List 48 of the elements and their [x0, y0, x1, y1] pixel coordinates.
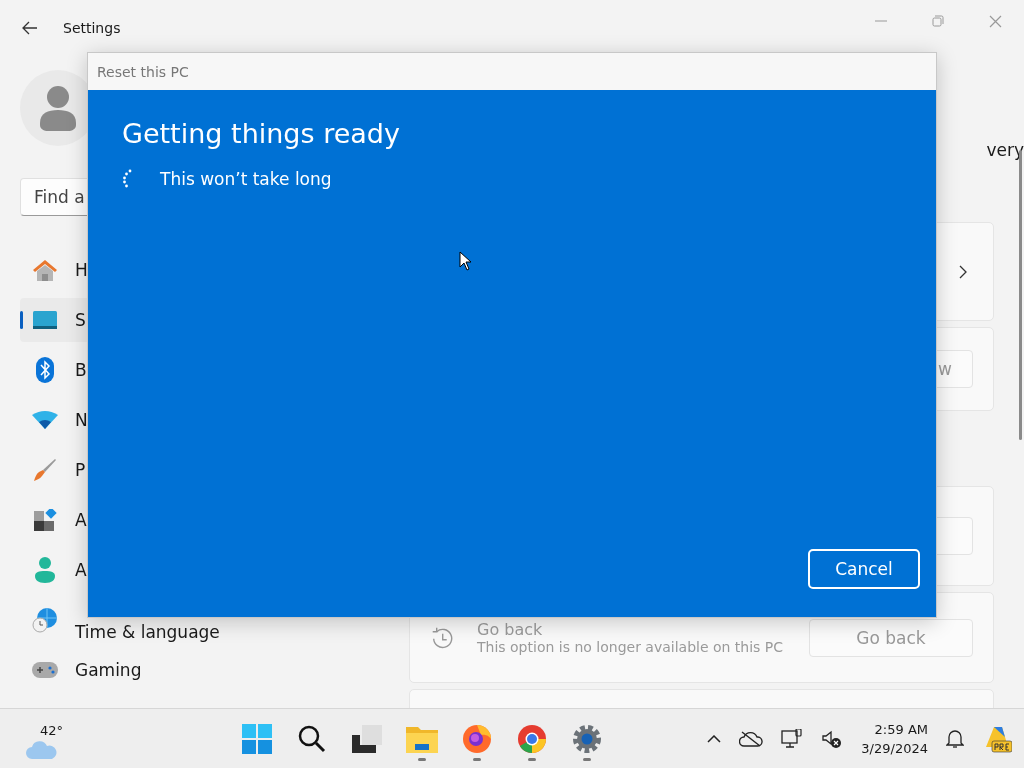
sidebar-item[interactable]: B — [20, 348, 232, 392]
close-icon[interactable] — [989, 14, 1002, 28]
sidebar-item[interactable]: H — [20, 248, 232, 292]
cloud-icon — [26, 738, 58, 759]
cloud-off-icon[interactable] — [739, 730, 764, 747]
history-icon — [432, 626, 453, 649]
windows-logo-icon[interactable] — [242, 723, 272, 754]
status-text: This won’t take long — [160, 169, 332, 189]
bell-icon[interactable] — [946, 728, 964, 749]
running-indicator — [418, 757, 426, 761]
person-icon — [32, 557, 58, 583]
card-title: Go back — [477, 620, 544, 639]
monitor-plug-icon[interactable] — [781, 728, 804, 749]
wifi-icon — [32, 411, 58, 429]
browser-icon[interactable] — [517, 723, 547, 754]
dialog-title: Reset this PC — [97, 63, 189, 80]
sidebar-item[interactable]: Time & language — [20, 598, 232, 642]
globe-clock-icon — [32, 607, 58, 633]
weather-temperature: 42° — [40, 722, 64, 738]
sidebar-item[interactable]: N — [20, 398, 232, 442]
house-icon — [32, 258, 58, 282]
running-indicator — [528, 757, 536, 761]
running-indicator — [473, 757, 481, 761]
clock[interactable]: 2:59 AM 3/29/2024 — [861, 719, 928, 758]
gamepad-icon — [32, 662, 58, 678]
spinner-icon — [122, 169, 132, 189]
mouse-cursor-icon — [459, 251, 472, 271]
sidebar-item[interactable]: Gaming — [20, 648, 232, 692]
speaker-muted-icon[interactable] — [821, 728, 844, 749]
paintbrush-icon — [32, 458, 58, 482]
window-title: Settings — [63, 20, 121, 36]
chevron-right-icon[interactable] — [959, 264, 967, 279]
sidebar-item[interactable]: A — [20, 498, 232, 542]
folder-icon[interactable] — [406, 724, 438, 753]
fox-globe-icon[interactable] — [462, 723, 492, 754]
card-subtitle: This option is no longer available on this PC — [477, 639, 785, 655]
running-indicator — [583, 757, 591, 761]
apps-icon — [32, 509, 58, 531]
gear-icon[interactable] — [572, 723, 602, 754]
sidebar-item[interactable]: A — [20, 548, 232, 592]
chevron-up-icon[interactable] — [707, 734, 722, 743]
sidebar-item[interactable]: P — [20, 448, 232, 492]
search-icon[interactable] — [298, 724, 326, 753]
back-arrow-icon[interactable] — [22, 21, 38, 35]
monitor-icon — [32, 311, 58, 329]
dialog-heading: Getting things ready — [122, 118, 401, 149]
cancel-button[interactable]: Cancel — [808, 549, 920, 589]
task-view-icon[interactable] — [352, 724, 382, 753]
